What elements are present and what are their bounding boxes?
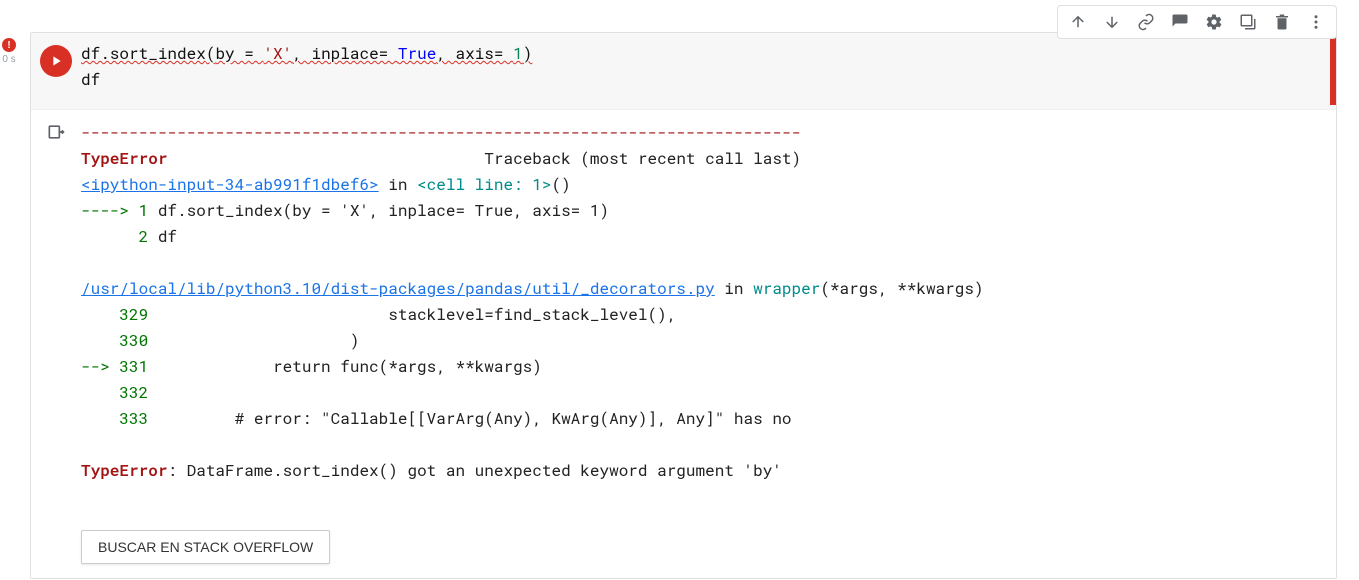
error-type-final: TypeError — [81, 460, 167, 481]
error-message: : DataFrame.sort_index() got an unexpect… — [167, 460, 782, 481]
cell-toolbar — [1057, 5, 1337, 39]
error-badge-icon: ! — [2, 38, 16, 52]
run-button[interactable] — [40, 45, 72, 77]
comment-button[interactable] — [1166, 8, 1194, 36]
error-type: TypeError — [81, 148, 167, 169]
settings-button[interactable] — [1200, 8, 1228, 36]
delete-button[interactable] — [1268, 8, 1296, 36]
output-gutter — [31, 110, 81, 578]
frame-2-link[interactable]: /usr/local/lib/python3.10/dist-packages/… — [81, 278, 715, 299]
exec-time: 0 s — [2, 54, 15, 65]
link-button[interactable] — [1132, 8, 1160, 36]
collapse-output-button[interactable] — [44, 120, 68, 144]
code-line-1: df.sort_index(by = 'X', inplace= True, a… — [81, 41, 1322, 67]
code-line-2: df — [81, 67, 1322, 93]
run-area — [31, 41, 81, 101]
code-editor[interactable]: df.sort_index(by = 'X', inplace= True, a… — [81, 41, 1336, 101]
traceback-header: Traceback (most recent call last) — [484, 148, 801, 169]
cell-output: ----------------------------------------… — [31, 109, 1336, 578]
more-button[interactable] — [1302, 8, 1330, 36]
cell-input: df.sort_index(by = 'X', inplace= True, a… — [31, 33, 1336, 109]
frame-1-link[interactable]: <ipython-input-34-ab991f1dbef6> — [81, 174, 379, 195]
notebook: ! 0 s df.sort_index(by = 'X', inplace= T… — [0, 0, 1359, 580]
move-up-button[interactable] — [1064, 8, 1092, 36]
cell-status-gutter: ! 0 s — [0, 38, 18, 65]
traceback-separator: ----------------------------------------… — [81, 122, 801, 143]
code-cell: df.sort_index(by = 'X', inplace= True, a… — [30, 32, 1337, 579]
search-stack-overflow-button[interactable]: BUSCAR EN STACK OVERFLOW — [81, 530, 330, 564]
traceback-output[interactable]: ----------------------------------------… — [81, 110, 1336, 578]
mirror-button[interactable] — [1234, 8, 1262, 36]
move-down-button[interactable] — [1098, 8, 1126, 36]
cell-error-indicator — [1330, 33, 1336, 105]
